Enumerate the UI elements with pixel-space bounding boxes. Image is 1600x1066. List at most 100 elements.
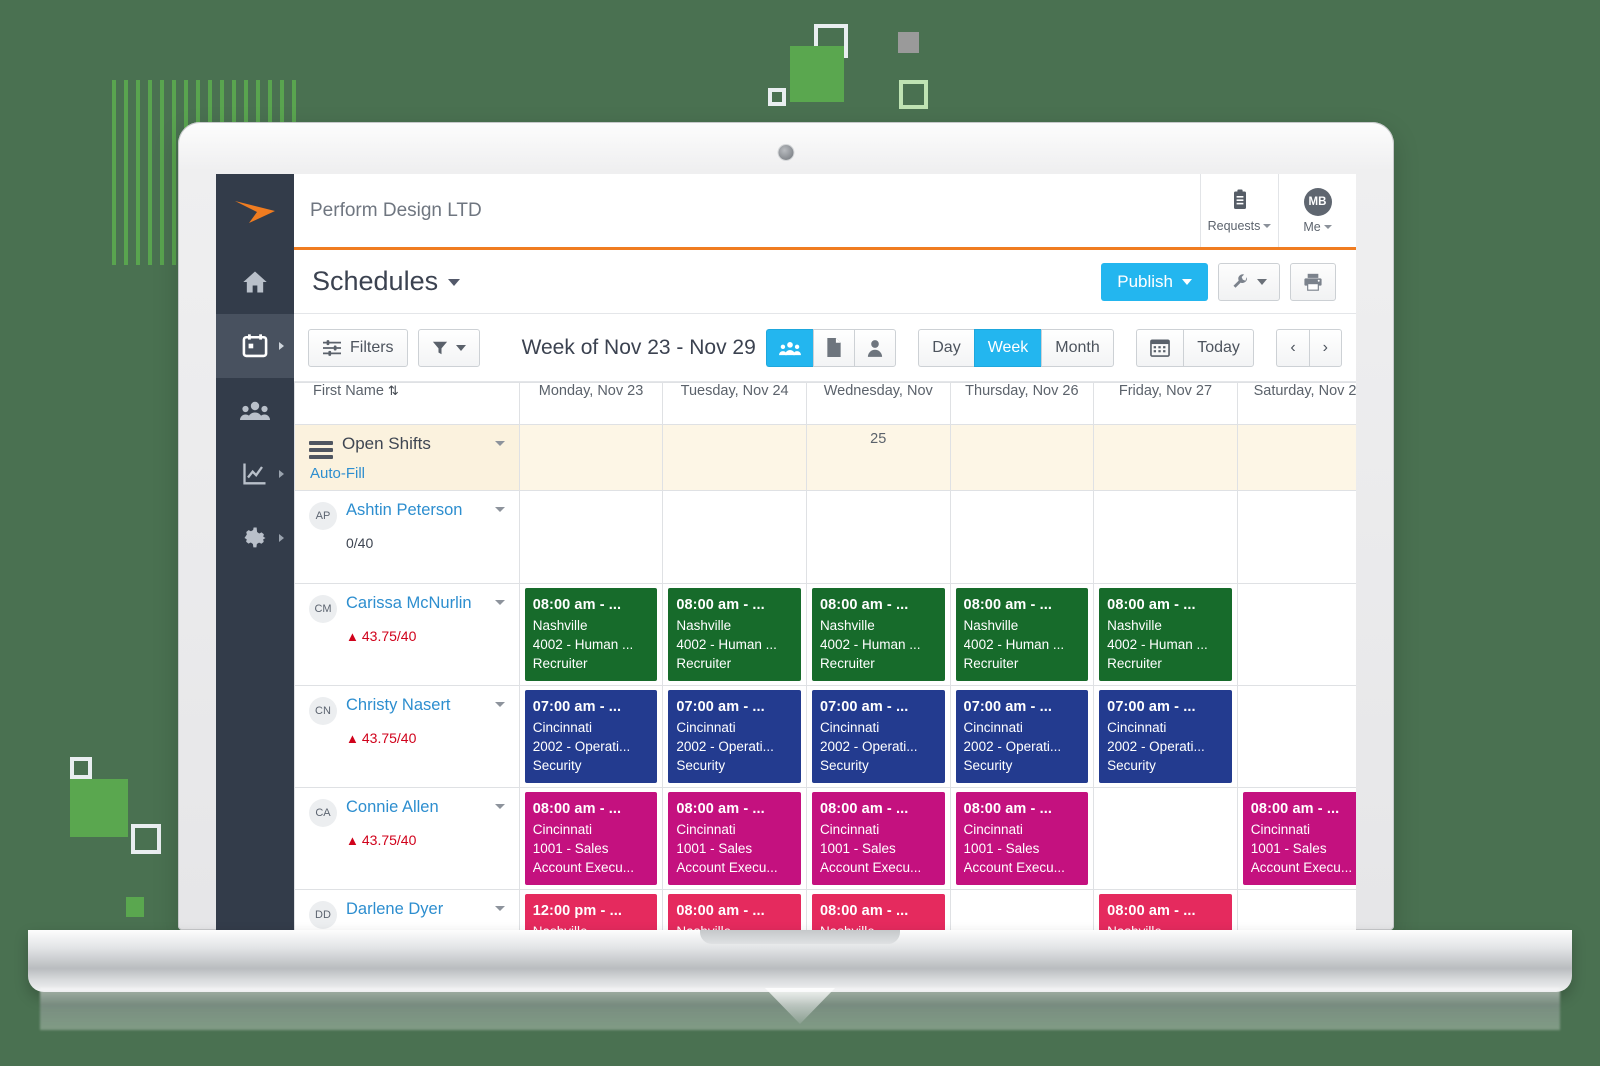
shift-block[interactable]: 08:00 am - ...Cincinnati1001 - SalesAcco… — [668, 792, 801, 885]
open-shift-cell-saturday[interactable] — [1237, 425, 1356, 491]
open-shift-cell-monday[interactable] — [519, 425, 663, 491]
shift-block[interactable]: 08:00 am - ...Nashville3001 - Finance — [812, 894, 945, 930]
chevron-down-icon[interactable] — [495, 804, 505, 809]
shift-cell-saturday[interactable] — [1237, 890, 1356, 930]
chevron-down-icon[interactable] — [495, 507, 505, 512]
date-picker-button[interactable] — [1136, 329, 1183, 367]
shift-cell-wednesday[interactable]: 08:00 am - ...Cincinnati1001 - SalesAcco… — [806, 788, 950, 890]
employee-name-link[interactable]: Ashtin Peterson — [346, 501, 462, 519]
period-month[interactable]: Month — [1041, 329, 1113, 367]
shift-block[interactable]: 08:00 am - ...Cincinnati1001 - SalesAcco… — [956, 792, 1089, 885]
chevron-down-icon[interactable] — [495, 702, 505, 707]
shift-block[interactable]: 08:00 am - ...Cincinnati1001 - SalesAcco… — [525, 792, 658, 885]
today-button[interactable]: Today — [1183, 329, 1254, 367]
shift-cell-monday[interactable]: 08:00 am - ...Nashville4002 - Human ...R… — [519, 584, 663, 686]
filters-button[interactable]: Filters — [308, 329, 408, 367]
shift-cell-wednesday[interactable] — [806, 491, 950, 584]
shift-block[interactable]: 08:00 am - ...Nashville3001 - Finance — [668, 894, 801, 930]
shift-block[interactable]: 07:00 am - ...Cincinnati2002 - Operati..… — [668, 690, 801, 783]
next-week-button[interactable]: › — [1309, 329, 1342, 367]
shift-cell-thursday[interactable] — [950, 890, 1094, 930]
shift-cell-thursday[interactable]: 07:00 am - ...Cincinnati2002 - Operati..… — [950, 686, 1094, 788]
shift-block[interactable]: 07:00 am - ...Cincinnati2002 - Operati..… — [956, 690, 1089, 783]
shift-cell-wednesday[interactable]: 08:00 am - ...Nashville4002 - Human ...R… — [806, 584, 950, 686]
shift-block[interactable]: 12:00 pm - ...Nashville3001 - Finance — [525, 894, 658, 930]
period-day[interactable]: Day — [918, 329, 973, 367]
shift-block[interactable]: 08:00 am - ...Nashville3001 - Finance — [1099, 894, 1232, 930]
open-shifts-name-cell[interactable]: Open Shifts Auto-Fill — [295, 425, 520, 491]
shift-cell-tuesday[interactable]: 08:00 am - ...Cincinnati1001 - SalesAcco… — [663, 788, 807, 890]
shift-cell-friday[interactable] — [1094, 491, 1238, 584]
shift-cell-wednesday[interactable]: 08:00 am - ...Nashville3001 - Finance — [806, 890, 950, 930]
employee-name-cell[interactable]: DDDarlene Dyer15/40 — [295, 890, 520, 930]
shift-cell-saturday[interactable] — [1237, 584, 1356, 686]
shift-block[interactable]: 07:00 am - ...Cincinnati2002 - Operati..… — [1099, 690, 1232, 783]
open-shift-cell-friday[interactable] — [1094, 425, 1238, 491]
shift-cell-friday[interactable]: 08:00 am - ...Nashville4002 - Human ...R… — [1094, 584, 1238, 686]
employee-name-link[interactable]: Darlene Dyer — [346, 900, 443, 918]
shift-cell-saturday[interactable]: 08:00 am - ...Cincinnati1001 - SalesAcco… — [1237, 788, 1356, 890]
shift-cell-tuesday[interactable] — [663, 491, 807, 584]
view-mode-document-icon[interactable] — [813, 329, 854, 367]
shift-block[interactable]: 08:00 am - ...Nashville4002 - Human ...R… — [1099, 588, 1232, 681]
auto-fill-link[interactable]: Auto-Fill — [310, 465, 507, 482]
shift-location: Cincinnati — [676, 820, 793, 839]
shift-cell-monday[interactable]: 07:00 am - ...Cincinnati2002 - Operati..… — [519, 686, 663, 788]
sidebar-item-settings[interactable] — [216, 506, 294, 570]
schedule-grid-container[interactable]: First Name⇅ Monday, Nov 23 Tuesday, Nov … — [294, 382, 1356, 930]
sidebar-item-people[interactable] — [216, 378, 294, 442]
requests-button[interactable]: Requests — [1200, 174, 1278, 247]
shift-block[interactable]: 08:00 am - ...Nashville4002 - Human ...R… — [668, 588, 801, 681]
shift-cell-thursday[interactable] — [950, 491, 1094, 584]
employee-name-cell[interactable]: APAshtin Peterson0/40 — [295, 491, 520, 584]
period-week[interactable]: Week — [974, 329, 1042, 367]
employee-name-cell[interactable]: CMCarissa McNurlin▲43.75/40 — [295, 584, 520, 686]
employee-name-cell[interactable]: CAConnie Allen▲43.75/40 — [295, 788, 520, 890]
sidebar-item-reports[interactable] — [216, 442, 294, 506]
employee-name-link[interactable]: Carissa McNurlin — [346, 594, 472, 612]
shift-cell-friday[interactable]: 08:00 am - ...Nashville3001 - Finance — [1094, 890, 1238, 930]
publish-button[interactable]: Publish — [1101, 263, 1208, 301]
shift-cell-tuesday[interactable]: 08:00 am - ...Nashville4002 - Human ...R… — [663, 584, 807, 686]
employee-name-link[interactable]: Christy Nasert — [346, 696, 451, 714]
shift-cell-friday[interactable] — [1094, 788, 1238, 890]
shift-block[interactable]: 08:00 am - ...Cincinnati1001 - SalesAcco… — [812, 792, 945, 885]
shift-cell-monday[interactable]: 12:00 pm - ...Nashville3001 - Finance — [519, 890, 663, 930]
shift-cell-wednesday[interactable]: 07:00 am - ...Cincinnati2002 - Operati..… — [806, 686, 950, 788]
shift-cell-thursday[interactable]: 08:00 am - ...Cincinnati1001 - SalesAcco… — [950, 788, 1094, 890]
open-shift-cell-thursday[interactable] — [950, 425, 1094, 491]
shift-block[interactable]: 08:00 am - ...Cincinnati1001 - SalesAcco… — [1243, 792, 1356, 885]
open-shift-cell-tuesday[interactable] — [663, 425, 807, 491]
shift-cell-friday[interactable]: 07:00 am - ...Cincinnati2002 - Operati..… — [1094, 686, 1238, 788]
chevron-down-icon[interactable] — [495, 600, 505, 605]
tools-button[interactable] — [1218, 263, 1280, 301]
shift-block[interactable]: 08:00 am - ...Nashville4002 - Human ...R… — [956, 588, 1089, 681]
me-menu-button[interactable]: MB Me — [1278, 174, 1356, 247]
page-title[interactable]: Schedules — [312, 266, 460, 297]
shift-block[interactable]: 07:00 am - ...Cincinnati2002 - Operati..… — [812, 690, 945, 783]
shift-block[interactable]: 08:00 am - ...Nashville4002 - Human ...R… — [812, 588, 945, 681]
filter-dropdown-button[interactable] — [418, 329, 480, 367]
shift-cell-saturday[interactable] — [1237, 686, 1356, 788]
shift-cell-saturday[interactable] — [1237, 491, 1356, 584]
brand-logo[interactable] — [216, 174, 294, 250]
chevron-down-icon[interactable] — [495, 441, 505, 446]
shift-cell-monday[interactable] — [519, 491, 663, 584]
shift-cell-tuesday[interactable]: 08:00 am - ...Nashville3001 - Finance — [663, 890, 807, 930]
sidebar-item-schedules[interactable] — [216, 314, 294, 378]
shift-block[interactable]: 08:00 am - ...Nashville4002 - Human ...R… — [525, 588, 658, 681]
shift-cell-thursday[interactable]: 08:00 am - ...Nashville4002 - Human ...R… — [950, 584, 1094, 686]
view-mode-person-icon[interactable] — [854, 329, 896, 367]
shift-cell-monday[interactable]: 08:00 am - ...Cincinnati1001 - SalesAcco… — [519, 788, 663, 890]
column-header-first-name[interactable]: First Name⇅ — [295, 383, 520, 425]
shift-cell-tuesday[interactable]: 07:00 am - ...Cincinnati2002 - Operati..… — [663, 686, 807, 788]
shift-block[interactable]: 07:00 am - ...Cincinnati2002 - Operati..… — [525, 690, 658, 783]
chevron-down-icon[interactable] — [495, 906, 505, 911]
drag-handle-icon[interactable] — [309, 441, 333, 459]
prev-week-button[interactable]: ‹ — [1276, 329, 1308, 367]
print-button[interactable] — [1290, 263, 1336, 301]
view-mode-group-icon[interactable] — [766, 329, 813, 367]
sidebar-item-home[interactable] — [216, 250, 294, 314]
employee-name-link[interactable]: Connie Allen — [346, 798, 439, 816]
employee-name-cell[interactable]: CNChristy Nasert▲43.75/40 — [295, 686, 520, 788]
